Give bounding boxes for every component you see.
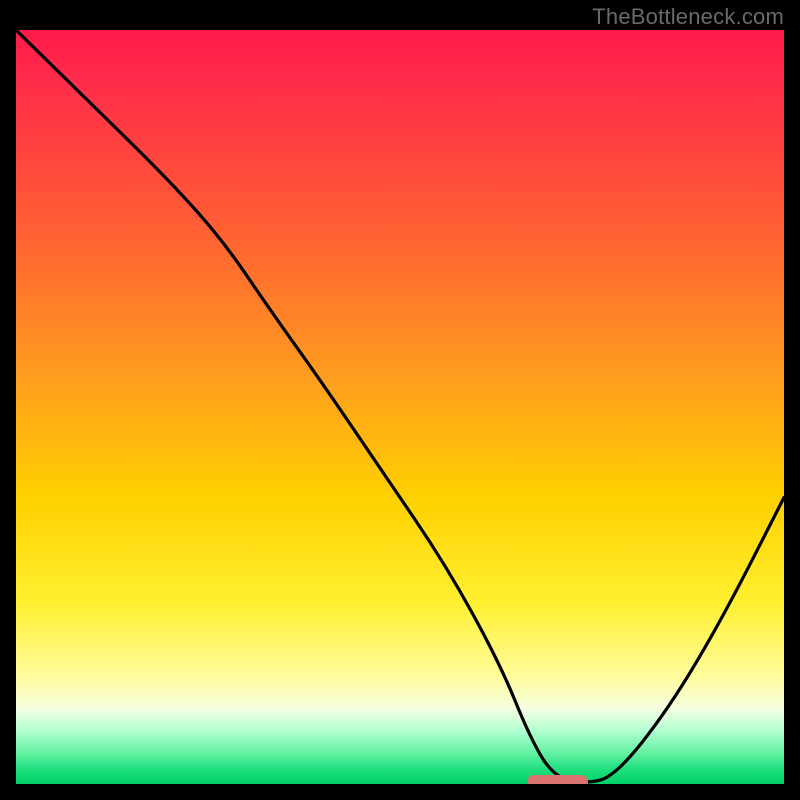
plot-area (16, 30, 784, 784)
watermark-text: TheBottleneck.com (592, 4, 784, 30)
chart-stage: TheBottleneck.com (0, 0, 800, 800)
optimum-marker (527, 775, 588, 784)
bottleneck-curve (16, 30, 784, 784)
